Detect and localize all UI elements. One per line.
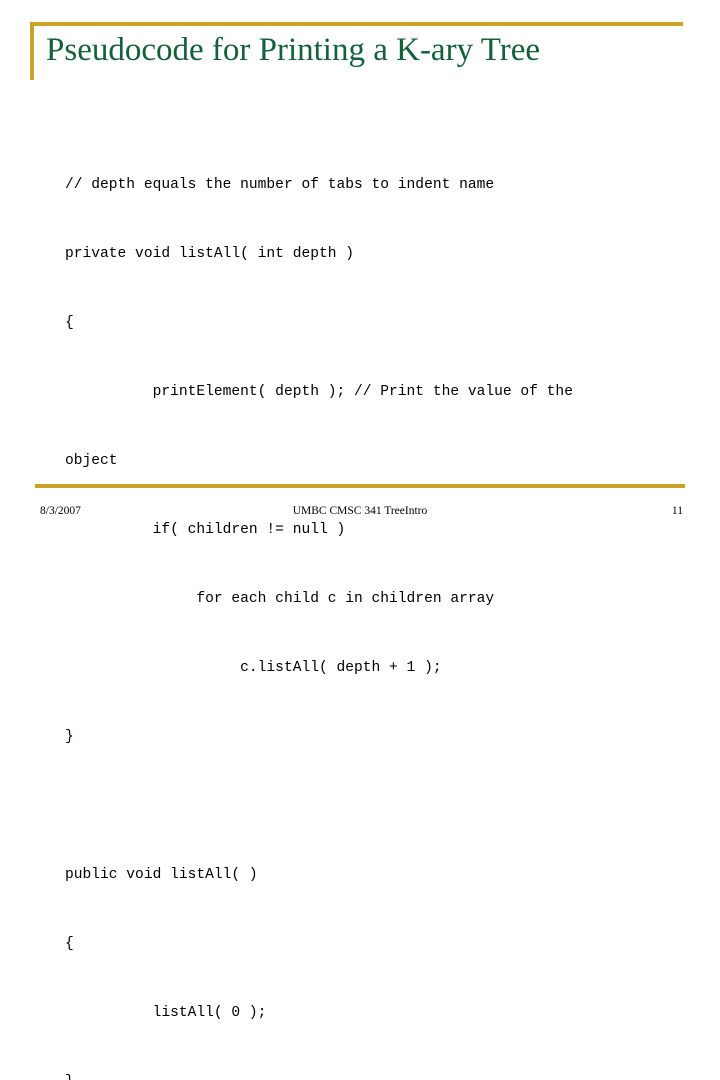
footer-course-label: UMBC CMSC 341 TreeIntro xyxy=(292,505,428,517)
slide: Pseudocode for Printing a K-ary Tree // … xyxy=(0,0,720,1080)
code-line: private void listAll( int depth ) xyxy=(65,246,355,262)
code-line: listAll( 0 ); xyxy=(65,1005,267,1021)
code-line: printElement( depth ); // Print the valu… xyxy=(65,384,573,400)
code-line: for each child c in children array xyxy=(65,591,495,607)
footer-divider xyxy=(35,484,685,488)
title-decoration-border: Pseudocode for Printing a K-ary Tree xyxy=(30,22,683,80)
code-line: c.listAll( depth + 1 ); xyxy=(65,660,442,676)
footer: 8/3/2007 UMBC CMSC 341 TreeIntro 11 xyxy=(0,505,720,525)
code-line: } xyxy=(65,1071,705,1080)
pseudocode-block: // depth equals the number of tabs to in… xyxy=(65,128,705,1080)
code-line: object xyxy=(65,453,118,469)
code-line: public void listAll( ) xyxy=(65,867,258,883)
code-line: { xyxy=(65,315,74,331)
code-line: } xyxy=(65,729,74,745)
footer-page-number: 11 xyxy=(671,505,683,517)
code-line: // depth equals the number of tabs to in… xyxy=(65,177,495,193)
page-title: Pseudocode for Printing a K-ary Tree xyxy=(46,32,541,68)
code-line: { xyxy=(65,936,74,952)
